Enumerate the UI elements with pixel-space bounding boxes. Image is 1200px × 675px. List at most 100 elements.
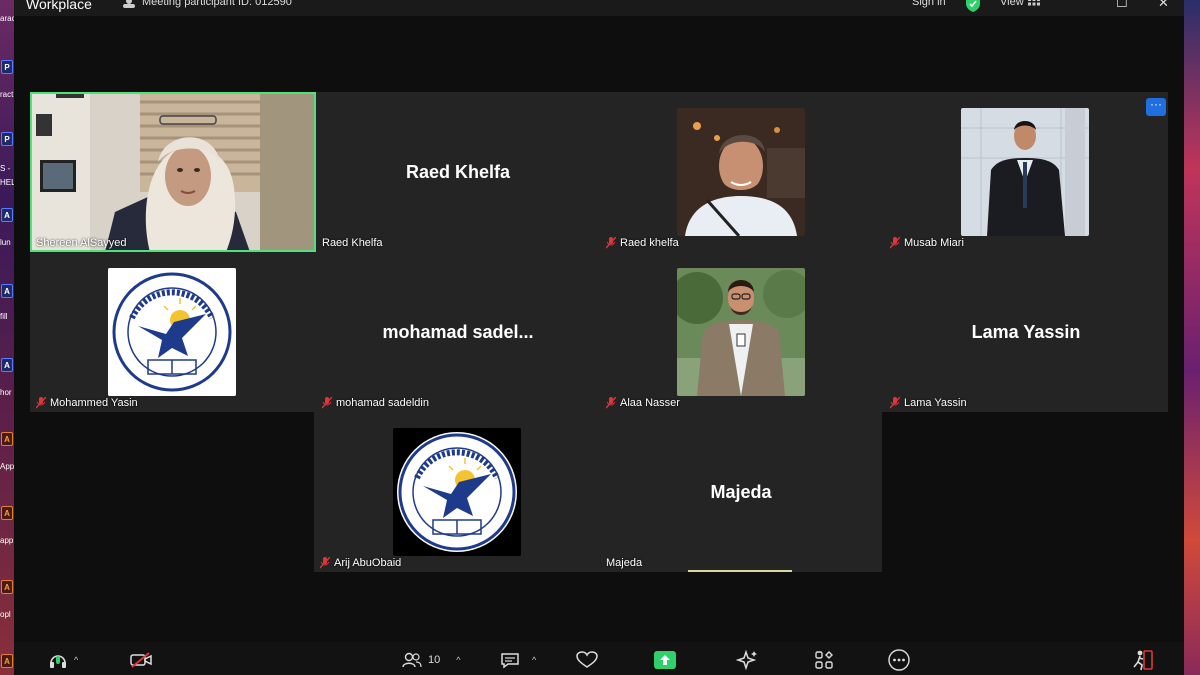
participant-name: Mohammed Yasin <box>50 397 138 409</box>
participants-icon <box>402 652 422 668</box>
participant-name: Arij AbuObaid <box>334 557 402 569</box>
participant-label: mohamad sadeldin <box>322 397 429 409</box>
university-logo <box>393 428 521 556</box>
desktop-background-right <box>1184 0 1200 675</box>
participants-control[interactable]: 10 ^ <box>402 650 460 670</box>
leave-button[interactable] <box>1132 650 1154 671</box>
participant-avatar-photo <box>677 268 805 396</box>
participant-label: Raed khelfa <box>606 237 679 249</box>
reactions-button[interactable] <box>576 650 598 670</box>
ai-companion-button[interactable] <box>736 650 758 670</box>
desktop-app-icon[interactable]: A <box>1 580 13 594</box>
muted-mic-icon <box>322 397 332 409</box>
view-button[interactable]: View <box>1000 0 1024 8</box>
desktop-label: HEL <box>0 178 14 187</box>
desktop-background-left: arac P ract P S - HEL A lun A fill A hor… <box>0 0 14 675</box>
share-screen-button[interactable] <box>654 650 676 670</box>
participant-tile-mohammed-yasin[interactable]: Mohammed Yasin <box>30 252 316 412</box>
desktop-label: ract <box>0 90 14 99</box>
chevron-up-icon[interactable]: ^ <box>532 655 536 665</box>
participant-tile-raed-khelfa-photo[interactable]: Raed khelfa <box>600 92 884 252</box>
desktop-label: S - <box>0 164 11 173</box>
video-control[interactable] <box>130 650 152 670</box>
participant-label: Musab Miari <box>890 237 964 249</box>
participant-label: Raed Khelfa <box>322 237 383 249</box>
desktop-app-icon[interactable]: A <box>1 432 13 446</box>
participant-label: Lama Yassin <box>890 397 967 409</box>
speaking-indicator <box>688 570 792 572</box>
muted-mic-icon <box>890 397 900 409</box>
title-bar: Workplace Meeting participant ID: 012590… <box>14 0 1184 16</box>
ai-sparkle-icon <box>736 650 757 670</box>
apps-button[interactable] <box>814 650 834 670</box>
leave-icon <box>1133 650 1153 671</box>
grid-more-options-button[interactable]: ··· <box>1146 98 1166 116</box>
headphones-audio-icon <box>50 655 66 668</box>
participant-label: Mohammed Yasin <box>36 397 138 409</box>
participant-tile-musab-miari[interactable]: Musab Miari ··· <box>884 92 1168 252</box>
participant-tile-raed-khelfa[interactable]: Raed Khelfa Raed Khelfa <box>316 92 600 252</box>
video-grid: Shereen AlSayyed Raed Khelfa Raed Khelfa <box>14 16 1184 642</box>
participant-avatar-photo <box>961 108 1089 236</box>
participant-display-name: Lama Yassin <box>971 322 1081 342</box>
desktop-app-icon[interactable]: P <box>1 60 13 74</box>
participant-display-name: Majeda <box>710 482 772 502</box>
participant-name: Raed Khelfa <box>322 237 383 249</box>
desktop-label: App <box>0 462 14 471</box>
meeting-id-icon <box>123 0 135 8</box>
meeting-window: Workplace Meeting participant ID: 012590… <box>14 0 1184 675</box>
participant-label: Shereen AlSayyed <box>36 237 127 249</box>
desktop-app-icon[interactable]: A <box>1 358 13 372</box>
muted-mic-icon <box>320 557 330 569</box>
desktop-app-icon[interactable]: A <box>1 208 13 222</box>
desktop-app-icon[interactable]: A <box>1 506 13 520</box>
participant-tile-alaa-nasser[interactable]: Alaa Nasser <box>600 252 884 412</box>
apps-icon <box>815 651 833 669</box>
participant-name: Musab Miari <box>904 237 964 249</box>
meeting-toolbar: ^ 10 ^ ^ <box>14 642 1184 675</box>
chevron-up-icon[interactable]: ^ <box>456 655 460 665</box>
desktop-app-icon[interactable]: A <box>1 654 13 668</box>
sign-in-link[interactable]: Sign in <box>912 0 946 8</box>
participant-tile-mohamad-sadeldin[interactable]: mohamad sadel... mohamad sadeldin <box>316 252 600 412</box>
participant-tile-arij-abuobaid[interactable]: Arij AbuObaid <box>314 412 600 572</box>
chat-icon <box>501 653 519 669</box>
muted-mic-icon <box>606 237 616 249</box>
participant-name: Shereen AlSayyed <box>36 237 127 249</box>
participant-tile-majeda[interactable]: Majeda Majeda <box>600 412 882 572</box>
participant-label: Alaa Nasser <box>606 397 680 409</box>
muted-mic-icon <box>606 397 616 409</box>
participant-name: Raed khelfa <box>620 237 679 249</box>
grid-view-icon <box>1028 0 1040 6</box>
participant-name: mohamad sadeldin <box>336 397 429 409</box>
participant-display-name: Raed Khelfa <box>405 162 511 182</box>
share-screen-icon <box>654 651 676 669</box>
university-logo <box>108 268 236 396</box>
desktop-app-icon[interactable]: A <box>1 284 13 298</box>
maximize-icon[interactable]: ☐ <box>1116 0 1128 11</box>
close-icon[interactable]: ✕ <box>1158 0 1169 11</box>
participant-video <box>30 92 316 252</box>
more-button[interactable] <box>888 649 910 671</box>
participant-name: Alaa Nasser <box>620 397 680 409</box>
muted-mic-icon <box>890 237 900 249</box>
shield-icon[interactable] <box>966 0 980 12</box>
meeting-id-text[interactable]: Meeting participant ID: 012590 <box>142 0 292 8</box>
desktop-label: opl <box>0 610 11 619</box>
chat-control[interactable]: ^ <box>500 650 536 670</box>
participant-label: Majeda <box>606 557 642 569</box>
audio-control[interactable]: ^ <box>48 650 78 670</box>
muted-mic-icon <box>36 397 46 409</box>
heart-reaction-icon <box>576 651 598 668</box>
more-icon <box>888 649 910 671</box>
desktop-label: hor <box>0 388 12 397</box>
participants-count: 10 <box>428 654 441 666</box>
participant-tile-lama-yassin[interactable]: Lama Yassin Lama Yassin <box>884 252 1168 412</box>
desktop-app-icon[interactable]: P <box>1 132 13 146</box>
participant-avatar-photo <box>677 108 805 236</box>
desktop-label: arac <box>0 14 14 23</box>
participant-name: Majeda <box>606 557 643 569</box>
chevron-up-icon[interactable]: ^ <box>74 655 78 665</box>
video-off-icon <box>130 652 152 668</box>
participant-tile-shereen[interactable]: Shereen AlSayyed <box>30 92 316 252</box>
